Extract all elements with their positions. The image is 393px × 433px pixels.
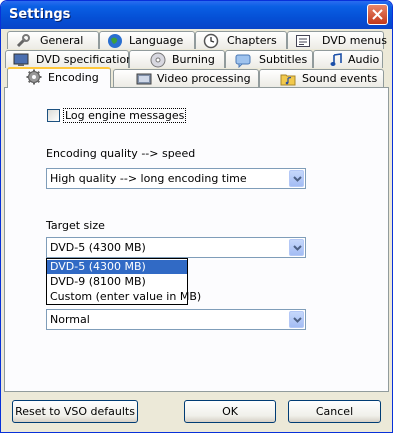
close-icon <box>372 9 383 20</box>
settings-window: Settings General Language Chapters DVD m… <box>0 0 393 433</box>
priority-value: Normal <box>50 313 90 326</box>
clock-icon <box>203 33 219 49</box>
target-size-label: Target size <box>46 219 105 232</box>
priority-select[interactable]: Normal <box>46 309 306 330</box>
quality-dropdown-button[interactable] <box>289 170 304 187</box>
ok-button[interactable]: OK <box>184 400 276 423</box>
quality-value: High quality --> long encoding time <box>50 172 247 185</box>
tab-subtitles[interactable]: Subtitles <box>225 50 313 68</box>
close-button[interactable] <box>367 4 388 25</box>
tab-dvd-menus[interactable]: DVD menus <box>287 31 387 49</box>
log-engine-checkbox[interactable] <box>47 109 60 122</box>
quality-label: Encoding quality --> speed <box>46 147 196 160</box>
title-bar[interactable]: Settings <box>1 1 392 29</box>
monitor-icon <box>13 53 29 66</box>
folder-music-icon <box>280 74 296 86</box>
wrench-icon <box>16 34 30 48</box>
dropdown-option-custom[interactable]: Custom (enter value in MB) <box>47 290 201 304</box>
tab-chapters[interactable]: Chapters <box>195 31 287 49</box>
log-engine-label[interactable]: Log engine messages <box>63 108 187 123</box>
chevron-down-icon <box>293 317 302 323</box>
video-icon <box>136 73 152 85</box>
tab-burning[interactable]: Burning <box>129 50 225 68</box>
gear-icon <box>26 69 42 85</box>
music-note-icon <box>330 53 342 66</box>
disc-icon <box>150 52 166 68</box>
globe-icon <box>108 34 122 48</box>
reset-defaults-button[interactable]: Reset to VSO defaults <box>12 400 138 423</box>
quality-select[interactable]: High quality --> long encoding time <box>46 168 306 189</box>
dropdown-option-dvd9[interactable]: DVD-9 (8100 MB) <box>47 275 187 289</box>
window-title: Settings <box>9 7 71 22</box>
target-size-dropdown-button[interactable] <box>289 239 304 256</box>
tab-video-processing[interactable]: Video processing <box>113 69 259 87</box>
tab-sound-events[interactable]: Sound events <box>259 69 384 87</box>
tab-language[interactable]: Language <box>99 31 195 49</box>
cancel-button[interactable]: Cancel <box>288 400 381 423</box>
menu-icon <box>296 35 310 47</box>
target-size-select[interactable]: DVD-5 (4300 MB) <box>46 237 306 258</box>
chevron-down-icon <box>293 176 302 182</box>
tab-dvd-specification[interactable]: DVD specification <box>5 50 133 68</box>
priority-dropdown-button[interactable] <box>289 311 304 328</box>
target-size-value: DVD-5 (4300 MB) <box>50 241 146 254</box>
subtitle-icon <box>235 54 251 68</box>
tab-audio[interactable]: Audio <box>313 50 383 68</box>
chevron-down-icon <box>293 245 302 251</box>
tab-encoding[interactable]: Encoding <box>7 67 111 88</box>
tab-general[interactable]: General <box>7 31 99 49</box>
dropdown-option-dvd5[interactable]: DVD-5 (4300 MB) <box>47 260 187 274</box>
target-size-dropdown-list: DVD-5 (4300 MB) DVD-9 (8100 MB) Custom (… <box>46 258 201 305</box>
